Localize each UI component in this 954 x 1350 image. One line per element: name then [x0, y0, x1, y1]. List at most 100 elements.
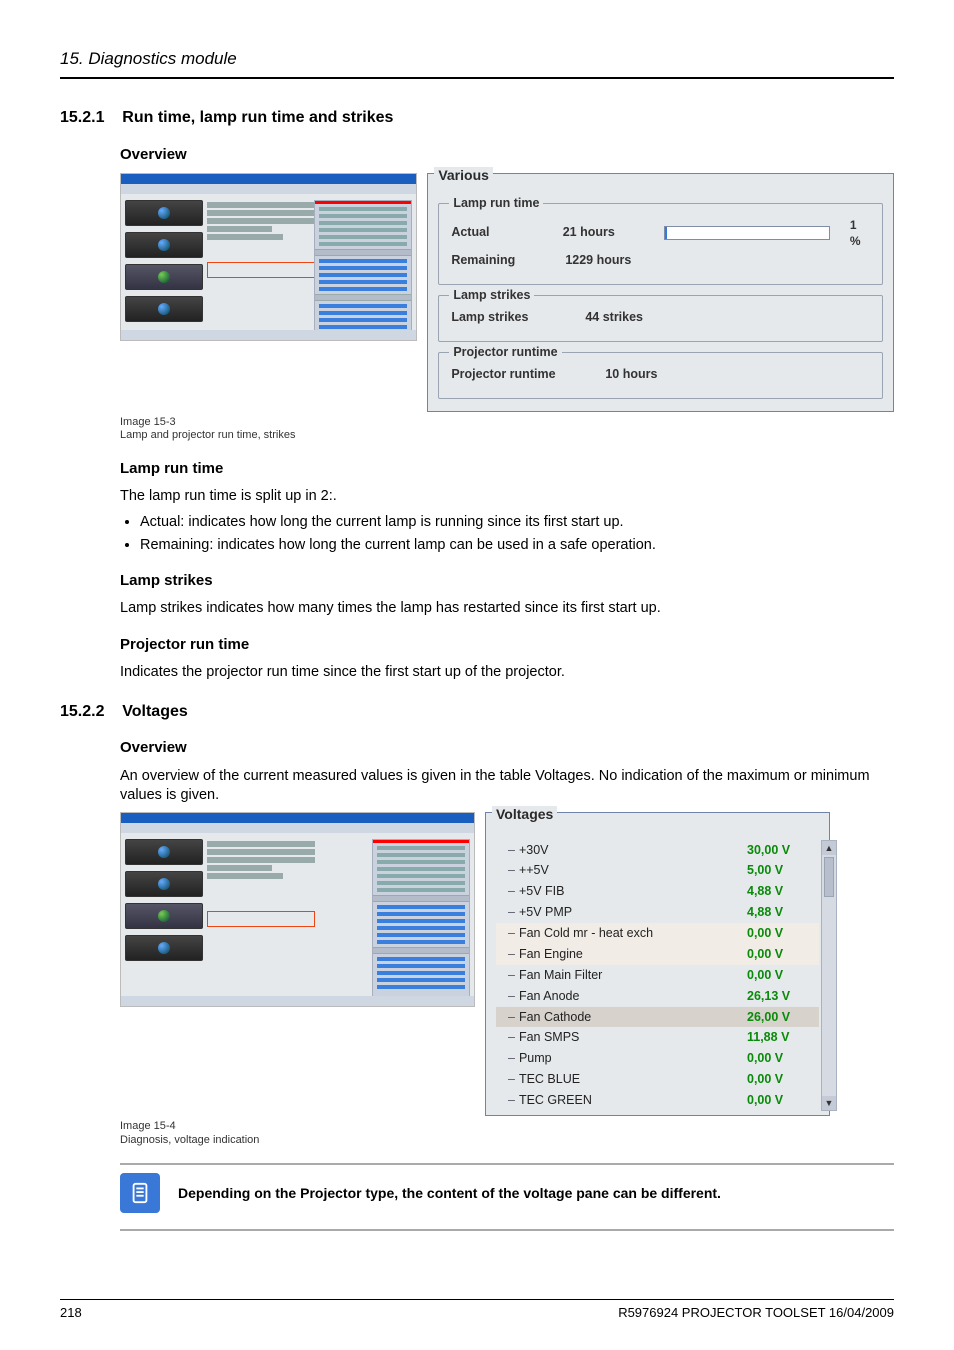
remaining-label: Remaining: [451, 252, 551, 269]
voltage-value: 5,00 V: [747, 862, 817, 879]
runtime-percent: 1 %: [850, 217, 870, 249]
overview-heading-2: Overview: [60, 738, 894, 758]
tree-dash-icon: –: [508, 925, 515, 942]
lamp-strikes-para: Lamp strikes indicates how many times th…: [120, 599, 894, 619]
lamp-strikes-fieldset: Lamp strikes Lamp strikes 44 strikes: [438, 295, 883, 342]
voltage-label: TEC GREEN: [519, 1092, 747, 1109]
voltage-row: –TEC GREEN0,00 V: [496, 1090, 819, 1111]
caption-text: Diagnosis, voltage indication: [120, 1134, 259, 1146]
voltages-scrollbar[interactable]: ▲ ▼: [821, 840, 837, 1111]
voltage-row: –Fan Engine0,00 V: [496, 944, 819, 965]
voltage-value: 0,00 V: [747, 925, 817, 942]
projector-run-time-heading: Projector run time: [60, 635, 894, 655]
caption-text: Lamp and projector run time, strikes: [120, 429, 295, 441]
lamp-run-time-legend: Lamp run time: [449, 195, 543, 212]
strikes-label: Lamp strikes: [451, 309, 571, 326]
actual-value: 21 hours: [563, 224, 651, 241]
tree-dash-icon: –: [508, 988, 515, 1005]
voltages-title: Voltages: [492, 806, 557, 822]
voltage-value: 0,00 V: [747, 1050, 817, 1067]
various-panel: Various Lamp run time Actual 21 hours 1 …: [427, 173, 894, 412]
tree-dash-icon: –: [508, 1029, 515, 1046]
voltages-panel: Voltages ▲ ▼ –+30V30,00 V–++5V5,00 V–+5V…: [485, 812, 830, 1116]
voltage-label: Fan Engine: [519, 946, 747, 963]
scroll-down-icon[interactable]: ▼: [822, 1096, 836, 1110]
voltage-label: Fan Anode: [519, 988, 747, 1005]
voltage-row: –Fan SMPS11,88 V: [496, 1027, 819, 1048]
voltage-label: Fan Cold mr - heat exch: [519, 925, 747, 942]
voltage-label: +5V PMP: [519, 904, 747, 921]
tree-dash-icon: –: [508, 862, 515, 879]
tree-dash-icon: –: [508, 904, 515, 921]
scroll-thumb[interactable]: [824, 857, 834, 897]
tree-dash-icon: –: [508, 1009, 515, 1026]
voltage-label: Fan Cathode: [519, 1009, 747, 1026]
chapter-heading: 15. Diagnostics module: [60, 48, 894, 79]
lamp-run-time-fieldset: Lamp run time Actual 21 hours 1 % Remain…: [438, 203, 883, 285]
voltage-label: ++5V: [519, 862, 747, 879]
list-item: Remaining: indicates how long the curren…: [140, 536, 894, 556]
caption-id: Image 15-3: [120, 416, 176, 428]
projector-runtime-fieldset: Projector runtime Projector runtime 10 h…: [438, 352, 883, 399]
figure-15-3-caption: Image 15-3 Lamp and projector run time, …: [120, 416, 894, 444]
section-15-2-2-heading: 15.2.2 Voltages: [60, 701, 894, 723]
caption-id: Image 15-4: [120, 1120, 176, 1132]
overview-heading-1: Overview: [60, 145, 894, 165]
voltage-label: TEC BLUE: [519, 1071, 747, 1088]
projector-runtime-legend: Projector runtime: [449, 344, 561, 361]
section-title: Run time, lamp run time and strikes: [122, 109, 393, 126]
voltage-row: –++5V5,00 V: [496, 860, 819, 881]
remaining-value: 1229 hours: [565, 252, 655, 269]
lamp-run-time-para: The lamp run time is split up in 2:.: [120, 487, 894, 507]
doc-id: R5976924 PROJECTOR TOOLSET 16/04/2009: [618, 1304, 894, 1322]
voltage-value: 26,00 V: [747, 1009, 817, 1026]
voltage-value: 0,00 V: [747, 1071, 817, 1088]
scroll-up-icon[interactable]: ▲: [822, 841, 836, 855]
lamp-strikes-legend: Lamp strikes: [449, 287, 534, 304]
tree-dash-icon: –: [508, 1092, 515, 1109]
actual-label: Actual: [451, 224, 548, 241]
voltage-value: 4,88 V: [747, 883, 817, 900]
section-15-2-1-heading: 15.2.1 Run time, lamp run time and strik…: [60, 107, 894, 129]
projector-runtime-value: 10 hours: [605, 366, 695, 383]
figure-15-4: Voltages ▲ ▼ –+30V30,00 V–++5V5,00 V–+5V…: [120, 812, 894, 1116]
tree-dash-icon: –: [508, 1050, 515, 1067]
voltage-row: –Pump0,00 V: [496, 1048, 819, 1069]
lamp-run-time-heading: Lamp run time: [60, 459, 894, 479]
tree-dash-icon: –: [508, 883, 515, 900]
voltage-value: 11,88 V: [747, 1029, 817, 1046]
voltage-row: –Fan Main Filter0,00 V: [496, 965, 819, 986]
voltage-value: 26,13 V: [747, 988, 817, 1005]
tree-dash-icon: –: [508, 1071, 515, 1088]
projector-runtime-label: Projector runtime: [451, 366, 591, 383]
app-thumbnail-1: [120, 173, 417, 341]
voltage-row: –Fan Anode26,13 V: [496, 986, 819, 1007]
voltage-row: –+5V FIB4,88 V: [496, 881, 819, 902]
tree-dash-icon: –: [508, 967, 515, 984]
voltages-table: ▲ ▼ –+30V30,00 V–++5V5,00 V–+5V FIB4,88 …: [496, 840, 819, 1111]
voltage-value: 0,00 V: [747, 1092, 817, 1109]
projector-run-time-para: Indicates the projector run time since t…: [120, 663, 894, 683]
voltage-value: 0,00 V: [747, 946, 817, 963]
page-number: 218: [60, 1304, 82, 1322]
various-title: Various: [434, 167, 493, 183]
section-number: 15.2.1: [60, 109, 104, 126]
figure-15-3: Various Lamp run time Actual 21 hours 1 …: [120, 173, 894, 412]
voltage-label: +5V FIB: [519, 883, 747, 900]
page-footer: 218 R5976924 PROJECTOR TOOLSET 16/04/200…: [60, 1299, 894, 1322]
voltage-row: –+5V PMP4,88 V: [496, 902, 819, 923]
note-text: Depending on the Projector type, the con…: [178, 1184, 721, 1203]
voltage-value: 0,00 V: [747, 967, 817, 984]
voltage-label: Fan Main Filter: [519, 967, 747, 984]
voltages-overview-para: An overview of the current measured valu…: [120, 767, 894, 806]
voltage-row: –Fan Cold mr - heat exch0,00 V: [496, 923, 819, 944]
list-item: Actual: indicates how long the current l…: [140, 513, 894, 533]
voltage-row: –TEC BLUE0,00 V: [496, 1069, 819, 1090]
voltage-label: +30V: [519, 842, 747, 859]
voltage-value: 4,88 V: [747, 904, 817, 921]
figure-15-4-caption: Image 15-4 Diagnosis, voltage indication: [120, 1120, 894, 1148]
voltage-label: Fan SMPS: [519, 1029, 747, 1046]
section-title: Voltages: [122, 703, 188, 720]
note-icon: [120, 1173, 160, 1213]
tree-dash-icon: –: [508, 946, 515, 963]
